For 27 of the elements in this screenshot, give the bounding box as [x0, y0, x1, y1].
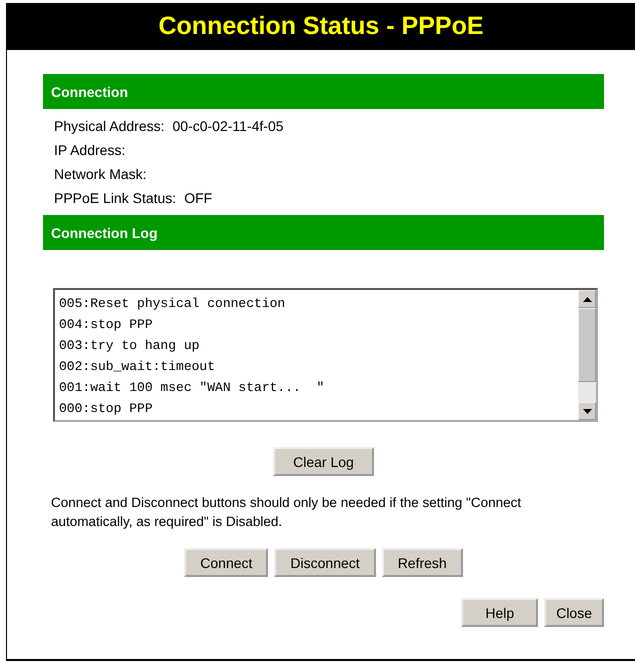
- field-value: 00-c0-02-11-4f-05: [172, 118, 284, 134]
- action-button[interactable]: Disconnect: [274, 548, 376, 577]
- field-label: PPPoE Link Status:: [54, 190, 176, 206]
- scrollbar-thumb[interactable]: [578, 308, 596, 382]
- log-line: 001:wait 100 msec "WAN start... ": [59, 379, 326, 397]
- scrollbar[interactable]: [578, 290, 596, 420]
- scroll-down-icon[interactable]: [578, 402, 596, 420]
- page-title: Connection Status - PPPoE: [158, 12, 484, 41]
- log-line: 002:sub_wait:timeout: [59, 358, 216, 376]
- field-label: IP Address:: [54, 142, 126, 158]
- field-label: Network Mask:: [54, 166, 147, 182]
- log-line: 003:try to hang up: [59, 337, 200, 355]
- log-textarea[interactable]: 005:Reset physical connection 004:stop PPP 003:try to hang up 002:sub_wait:timeout 001:wait 100 msec "WAN start... " 000:stop PPP: [53, 288, 598, 422]
- footer-button[interactable]: Help: [461, 598, 538, 627]
- footer-button[interactable]: Close: [544, 598, 604, 627]
- log-line: 004:stop PPP: [59, 316, 154, 334]
- note-text: Connect and Disconnect buttons should only be needed if the setting "Connect automatically, as required" is Disabled.: [51, 494, 522, 531]
- section-title: Connection: [51, 84, 128, 100]
- log-line: 000:stop PPP: [59, 400, 154, 418]
- action-button[interactable]: Refresh: [382, 548, 463, 577]
- log-line: 005:Reset physical connection: [59, 295, 286, 313]
- action-button[interactable]: Connect: [184, 548, 268, 577]
- scroll-up-icon[interactable]: [578, 290, 596, 308]
- field-value: OFF: [184, 190, 212, 206]
- clear-log-button[interactable]: Clear Log: [273, 447, 374, 476]
- field-label: Physical Address:: [54, 118, 164, 134]
- section-title: Connection Log: [51, 224, 158, 240]
